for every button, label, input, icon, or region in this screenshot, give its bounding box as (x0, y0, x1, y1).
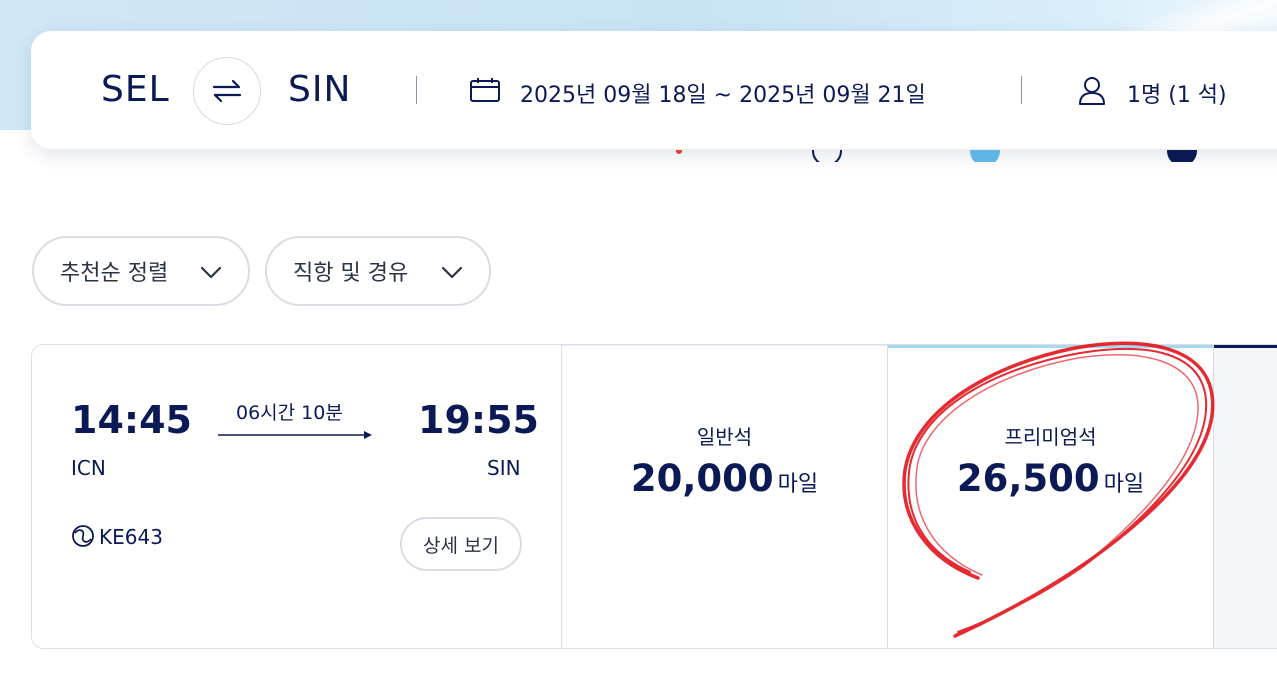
travel-date-range[interactable]: 2025년 09월 18일 ~ 2025년 09월 21일 (520, 77, 926, 109)
fare-unit: 마일 (1103, 472, 1145, 497)
fare-option-premium[interactable]: 프리미엄석 26,500 마일 (887, 345, 1213, 648)
departure-time: 14:45 (71, 398, 192, 442)
fare-amount: 20,000 (630, 457, 774, 500)
sort-dropdown-label: 추천순 정렬 (60, 261, 169, 286)
fare-price: 20,000 마일 (562, 457, 887, 500)
destination-code[interactable]: SIN (288, 69, 351, 110)
person-icon (1079, 77, 1105, 105)
fare-class-label: 일반석 (696, 425, 753, 449)
flight-duration: 06시간 10분 (236, 402, 343, 424)
chevron-down-icon (441, 266, 463, 279)
flight-number: KE643 (99, 525, 163, 549)
swap-arrows-icon (212, 79, 242, 103)
divider (1021, 76, 1022, 104)
departure-airport: ICN (71, 456, 106, 480)
chevron-down-icon (200, 266, 222, 279)
calendar-icon (470, 78, 500, 102)
origin-code[interactable]: SEL (101, 69, 170, 110)
legend-filled-icon (1167, 150, 1197, 162)
legend-selected-icon (970, 150, 1000, 162)
fare-price: 26,500 마일 (888, 457, 1213, 500)
fare-option-economy[interactable]: 일반석 20,000 마일 (561, 345, 887, 648)
divider (416, 76, 417, 104)
fare-option-next[interactable] (1213, 345, 1277, 648)
page: SEL SIN 2025년 09월 18일 ~ 2025년 09월 21일 1명… (0, 0, 1277, 685)
flight-details-button[interactable]: 상세 보기 (400, 517, 522, 571)
fare-amount: 26,500 (956, 457, 1100, 500)
duration-arrow-icon (218, 431, 372, 439)
seat-legend-row (0, 150, 1277, 162)
legend-available-icon (812, 150, 842, 162)
stops-dropdown-label: 직항 및 경유 (293, 261, 409, 286)
stops-dropdown[interactable]: 직항 및 경유 (265, 236, 491, 306)
legend-dot (676, 150, 682, 154)
passenger-count[interactable]: 1명 (1 석) (1127, 77, 1227, 109)
arrival-time: 19:55 (418, 398, 539, 442)
korean-air-logo-icon (72, 525, 94, 547)
sort-dropdown[interactable]: 추천순 정렬 (32, 236, 250, 306)
fare-unit: 마일 (777, 472, 819, 497)
fare-class-label: 프리미엄석 (1004, 425, 1097, 449)
arrival-airport: SIN (487, 456, 521, 480)
swap-route-button[interactable] (193, 57, 261, 125)
